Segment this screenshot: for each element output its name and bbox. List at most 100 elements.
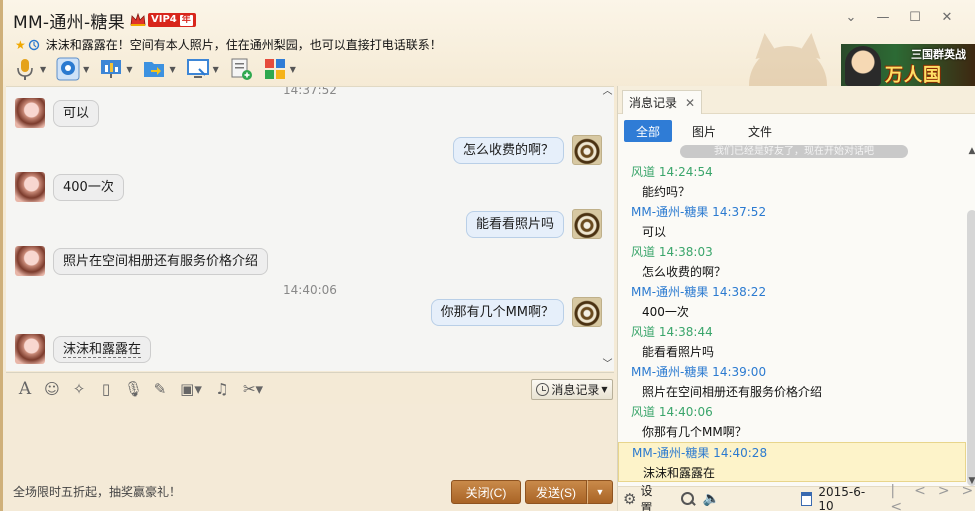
vip-level: VIP4 — [151, 14, 177, 25]
history-entry-text: 能约吗？ — [642, 185, 691, 199]
shake-window-icon[interactable]: ▯ — [97, 380, 115, 398]
history-scrollbar[interactable]: ▲ ▼ — [966, 146, 975, 486]
avatar[interactable] — [572, 209, 602, 239]
chevron-down-icon[interactable]: ▼ — [169, 65, 175, 74]
search-icon[interactable] — [680, 491, 694, 507]
history-entry-text: 照片在空间相册还有服务价格介绍 — [642, 385, 823, 399]
note-add-icon — [231, 58, 252, 80]
promo-link[interactable]: 全场限时五折起，抽奖赢豪礼！ — [13, 483, 181, 500]
gear-icon[interactable]: ⚙ — [623, 491, 636, 507]
history-entry: 风道 14:40:06 你那有几个MM啊？ — [618, 402, 966, 442]
chevron-down-icon[interactable]: ▼ — [126, 65, 132, 74]
scroll-up-icon[interactable]: ︿ — [601, 87, 614, 99]
calendar-icon[interactable] — [800, 492, 813, 506]
voice-call-button[interactable]: ▼ — [13, 57, 46, 81]
message-timestamp: 14:37:52 — [283, 86, 337, 97]
history-entry: 风道 14:38:03 怎么收费的啊？ — [618, 242, 966, 282]
history-entry: MM-通州-糖果 14:39:00 照片在空间相册还有服务价格介绍 — [618, 362, 966, 402]
edit-icon[interactable]: ✎ — [151, 380, 169, 398]
avatar[interactable] — [572, 297, 602, 327]
clock-icon — [536, 383, 550, 396]
filter-images[interactable]: 图片 — [680, 120, 728, 142]
minimize-icon[interactable]: — — [867, 8, 899, 26]
presentation-icon — [101, 60, 122, 78]
tab-label: 消息记录 — [629, 96, 678, 110]
video-call-button[interactable]: ▼ — [56, 57, 89, 81]
avatar[interactable] — [15, 246, 45, 276]
prev-page-icon[interactable]: < — [914, 483, 926, 511]
history-entry-selected[interactable]: MM-通州-糖果 14:40:28 沫沫和露露在 — [618, 442, 966, 482]
history-entry-text: 你那有几个MM啊？ — [642, 425, 747, 439]
filter-files[interactable]: 文件 — [736, 120, 784, 142]
font-icon[interactable]: A — [16, 380, 34, 398]
speaker-icon[interactable]: 🔈 — [703, 491, 720, 507]
scrollbar-thumb[interactable] — [967, 210, 975, 486]
input-toolbar: A ☺ ✧ ▯ 🎙 ✎ ▣▾ ♫ ✂▾ 消息记录 ▼ — [6, 372, 614, 404]
window-controls: ⌄ — ☐ ✕ — [835, 8, 963, 26]
title-row: MM-通州-糖果 VIP4 年 — [13, 9, 196, 33]
avatar[interactable] — [15, 334, 45, 364]
monitor-icon — [186, 59, 209, 78]
filter-all[interactable]: 全部 — [624, 120, 673, 142]
history-entry-header: 风道 14:40:06 — [631, 405, 713, 419]
send-button[interactable]: 发送(S) — [525, 480, 587, 504]
apps-button[interactable]: ▼ — [263, 57, 296, 81]
message-bubble: 你那有几个MM啊？ — [430, 298, 564, 326]
image-icon[interactable]: ▣▾ — [178, 380, 204, 398]
chevron-down-icon[interactable]: ▼ — [83, 65, 89, 74]
avatar[interactable] — [15, 98, 45, 128]
message-history-button[interactable]: 消息记录 ▼ — [531, 379, 613, 400]
last-page-icon[interactable]: >| — [962, 483, 975, 511]
close-icon[interactable]: ✕ — [931, 8, 963, 26]
close-button[interactable]: 关闭(C) — [451, 480, 521, 504]
page-nav: |< < > >| — [890, 483, 975, 511]
chevron-down-icon[interactable]: ▼ — [213, 65, 219, 74]
avatar[interactable] — [572, 135, 602, 165]
settings-label[interactable]: 设置 — [640, 482, 659, 511]
first-page-icon[interactable]: |< — [890, 483, 902, 511]
history-entry: 风道 14:38:44 能看看照片吗 — [618, 322, 966, 362]
send-file-button[interactable]: ▼ — [142, 57, 176, 81]
avatar[interactable] — [15, 172, 45, 202]
chevron-down-icon: ▼ — [601, 385, 608, 394]
chevron-down-icon[interactable]: ▼ — [40, 65, 46, 74]
scroll-down-icon[interactable]: ﹀ — [601, 359, 614, 371]
history-date[interactable]: 2015-6-10 — [818, 485, 868, 511]
history-list: 风道 14:24:54 能约吗？ MM-通州-糖果 14:37:52 可以 风道… — [618, 162, 966, 482]
close-icon[interactable]: ✕ — [685, 96, 695, 110]
ad-banner[interactable]: 三国群英战 万人国战！ — [841, 44, 975, 86]
next-page-icon[interactable]: > — [938, 483, 950, 511]
maximize-icon[interactable]: ☐ — [899, 8, 931, 26]
vip-badge[interactable]: VIP4 年 — [148, 13, 196, 27]
history-entry: MM-通州-糖果 14:37:52 可以 — [618, 202, 966, 242]
contact-title: MM-通州-糖果 — [13, 12, 126, 33]
history-entry-header: 风道 14:24:54 — [631, 165, 713, 179]
history-panel: 消息记录 ✕ 全部 图片 文件 我们已经是好友了，现在开始对话吧 风道 14:2… — [617, 86, 975, 511]
remote-desktop-button[interactable]: ▼ — [99, 57, 132, 81]
collapse-icon[interactable]: ⌄ — [835, 8, 867, 26]
screen-share-button[interactable]: ▼ — [186, 57, 219, 81]
send-options-button[interactable]: ▼ — [587, 480, 613, 504]
history-entry-header: MM-通州-糖果 14:37:52 — [631, 205, 767, 219]
voice-message-icon[interactable]: 🎙 — [124, 380, 143, 398]
ad-main-text: 万人国战！ — [885, 65, 942, 86]
history-entry-header: 风道 14:38:03 — [631, 245, 713, 259]
message-timestamp: 14:40:06 — [283, 283, 337, 297]
screenshot-scissors-icon[interactable]: ✂▾ — [240, 380, 266, 398]
scroll-up-icon[interactable]: ▲ — [966, 146, 975, 156]
chevron-down-icon[interactable]: ▼ — [290, 65, 296, 74]
top-toolbar: ▼ ▼ ▼ ▼ ▼ ▼ — [13, 55, 306, 83]
create-note-button[interactable] — [229, 57, 253, 81]
link-icon — [28, 39, 39, 50]
chat-message-area[interactable]: 14:37:52 ︿ 可以 怎么收费的啊？ 400一次 能看看照片吗 照片在空间… — [6, 86, 614, 371]
history-tab-row: 消息记录 ✕ — [618, 86, 975, 114]
message-input[interactable] — [6, 404, 614, 474]
emoji-icon[interactable]: ☺ — [43, 380, 61, 398]
signature-row: ★ 沫沫和露露在！空间有本人照片，住在通州梨园，也可以直接打电话联系！ — [15, 36, 442, 53]
tab-message-history[interactable]: 消息记录 ✕ — [622, 90, 703, 114]
system-notice: 我们已经是好友了，现在开始对话吧 — [680, 145, 908, 158]
magic-wand-icon[interactable]: ✧ — [70, 380, 88, 398]
message-bubble: 可以 — [53, 99, 100, 127]
music-icon[interactable]: ♫ — [213, 380, 231, 398]
history-entry-text: 能看看照片吗 — [642, 345, 715, 359]
